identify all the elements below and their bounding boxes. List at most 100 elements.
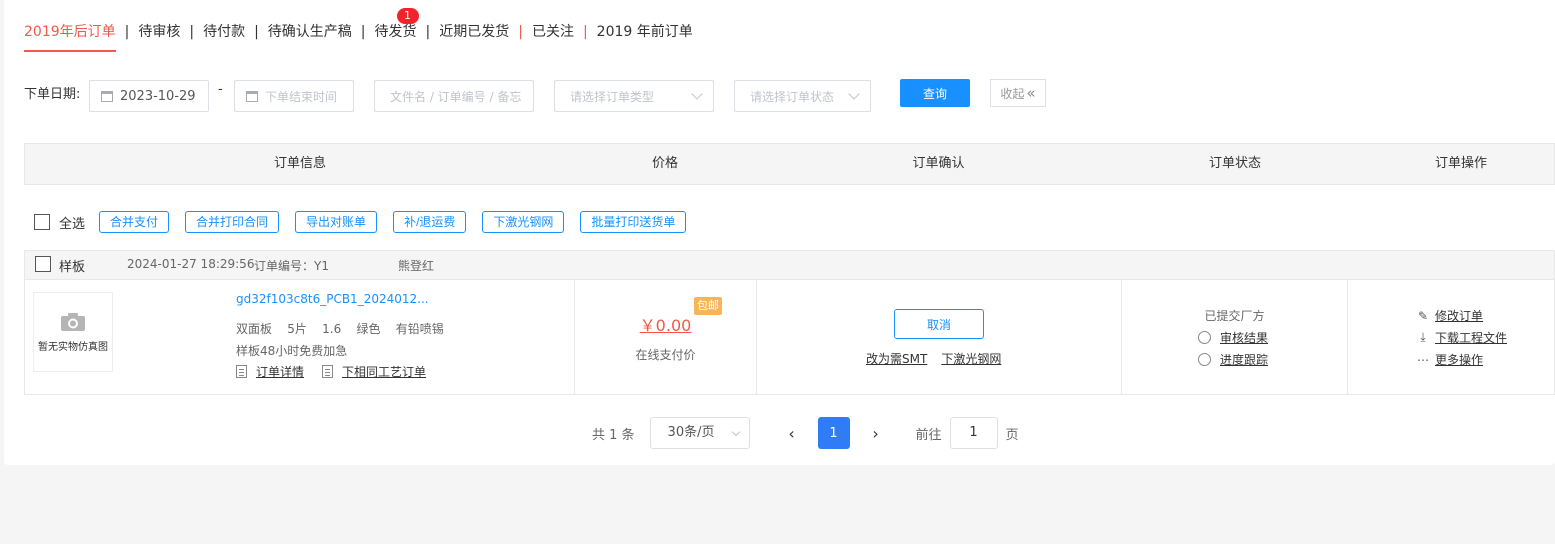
tab-pending-shipment-label: 待发货 (374, 24, 417, 40)
goto-page-input[interactable]: 1 (949, 417, 998, 449)
query-button[interactable]: 查询 (900, 79, 970, 107)
table-header: 订单信息 价格 订单确认 订单状态 订单操作 (24, 143, 1555, 185)
order-status-cell: 已提交厂方 审核结果 进度跟踪 (1122, 280, 1348, 394)
product-thumbnail: 暂无实物仿真图 (33, 292, 113, 372)
start-date-input[interactable]: 2023-10-29 (89, 80, 209, 112)
tab-recently-shipped[interactable]: 近期已发货 (439, 22, 509, 50)
pending-shipment-count-badge: 1 (396, 8, 419, 24)
same-process-order-link[interactable]: 下相同工艺订单 (342, 363, 426, 380)
page-number-current[interactable]: 1 (817, 417, 850, 449)
calendar-icon (101, 90, 113, 102)
prev-page-icon[interactable]: ‹ (776, 417, 808, 449)
tab-separator: | (425, 24, 431, 40)
order-detail-link[interactable]: 订单详情 (256, 363, 304, 380)
select-all-checkbox[interactable] (34, 214, 50, 230)
order-group-header: 样板 2024-01-27 18:29:56 订单编号：Y1 熊登红 (24, 250, 1555, 279)
batch-print-delivery-button[interactable]: 批量打印送货单 (580, 211, 687, 233)
orders-panel: 2019年后订单 | 待审核 | 待付款 | 待确认生产稿 | 待发货 1 | … (4, 0, 1555, 465)
header-order-info: 订单信息 (273, 156, 326, 171)
order-status-placeholder: 请选择订单状态 (750, 89, 835, 104)
order-type-placeholder: 请选择订单类型 (570, 89, 655, 104)
edit-order-link[interactable]: 修改订单 (1435, 307, 1483, 324)
more-actions-row: ⋯ 更多操作 (1416, 351, 1483, 368)
more-actions-link[interactable]: 更多操作 (1435, 351, 1483, 368)
download-icon: ⤓ (1420, 330, 1426, 344)
order-confirm-cell: 取消 改为需SMT 下激光钢网 (757, 280, 1122, 394)
collapse-label: 收起 (1000, 86, 1025, 101)
document-icon (236, 365, 247, 378)
order-status-text: 已提交厂方 (1204, 309, 1265, 323)
tab-before-2019[interactable]: 2019 年前订单 (597, 22, 693, 50)
change-to-smt-link[interactable]: 改为需SMT (866, 350, 927, 367)
confirm-links: 改为需SMT 下激光钢网 (866, 350, 1001, 367)
tab-pending-confirm-draft[interactable]: 待确认生产稿 (268, 22, 352, 50)
header-order-actions: 订单操作 (1434, 156, 1487, 171)
end-date-placeholder: 下单结束时间 (265, 89, 338, 104)
tab-separator: | (189, 24, 195, 40)
tab-separator: | (582, 24, 588, 40)
laser-stencil-link[interactable]: 下激光钢网 (941, 350, 1001, 367)
product-note: 样板48小时免费加急 (236, 344, 348, 358)
price-cell: ￥0.00 包邮 在线支付价 (575, 280, 757, 394)
tab-after-2019[interactable]: 2019年后订单 (24, 22, 116, 52)
export-statement-button[interactable]: 导出对账单 (295, 211, 378, 233)
header-order-confirm: 订单确认 (912, 156, 965, 171)
order-select-checkbox[interactable] (35, 256, 51, 272)
shipping-adjust-button[interactable]: 补/退运费 (393, 211, 467, 233)
edit-order-row: ✎ 修改订单 (1416, 307, 1483, 324)
keyword-placeholder: 文件名 / 订单编号 / 备忘 (390, 89, 522, 104)
chevron-down-icon (691, 88, 703, 100)
order-status-select[interactable]: 请选择订单状态 (734, 80, 871, 112)
merge-print-contract-button[interactable]: 合并打印合同 (185, 211, 280, 233)
merge-payment-button[interactable]: 合并支付 (99, 211, 170, 233)
pagination: 共 1 条 30条/页 ‹ 1 › 前往 1 页 (592, 417, 1019, 449)
copy-order-icon (322, 365, 334, 378)
total-count: 共 1 条 (592, 427, 635, 443)
tab-pending-shipment[interactable]: 待发货 1 (374, 8, 419, 50)
camera-icon (61, 312, 85, 331)
check-circle-icon (1198, 331, 1211, 344)
tab-pending-review[interactable]: 待审核 (138, 22, 180, 50)
progress-tracking-link[interactable]: 进度跟踪 (1220, 351, 1268, 368)
review-result-row: 审核结果 (1198, 329, 1268, 346)
download-project-files-link[interactable]: 下载工程文件 (1435, 329, 1507, 346)
header-price: 价格 (651, 156, 678, 171)
product-name-link[interactable]: gd32f103c8t6_PCB1_2024012... (236, 292, 429, 306)
tab-followed[interactable]: 已关注 (532, 22, 574, 50)
next-page-icon[interactable]: › (860, 417, 892, 449)
order-type-select[interactable]: 请选择订单类型 (554, 80, 714, 112)
header-order-status: 订单状态 (1208, 156, 1261, 171)
start-date-value: 2023-10-29 (120, 88, 196, 104)
select-all-label: 全选 (59, 216, 86, 232)
download-row: ⤓ 下载工程文件 (1416, 329, 1507, 346)
cancel-order-button[interactable]: 取消 (894, 309, 984, 339)
order-info-cell: 暂无实物仿真图 gd32f103c8t6_PCB1_2024012... 双面板… (25, 280, 575, 394)
keyword-search-input[interactable]: 文件名 / 订单编号 / 备忘 (374, 80, 534, 112)
order-number: 订单编号：Y1 (254, 259, 329, 273)
more-icon: ⋯ (1417, 352, 1429, 367)
order-date-label: 下单日期: (24, 87, 81, 102)
chevron-down-icon (848, 88, 860, 100)
review-result-link[interactable]: 审核结果 (1220, 329, 1268, 346)
order-actions-cell: ✎ 修改订单 ⤓ 下载工程文件 ⋯ 更多操作 (1348, 280, 1555, 394)
calendar-icon (246, 90, 258, 102)
order-info-links: 订单详情 下相同工艺订单 (236, 363, 426, 380)
progress-row: 进度跟踪 (1198, 351, 1268, 368)
goto-label: 前往 (915, 427, 942, 443)
end-date-input[interactable]: 下单结束时间 (234, 80, 354, 112)
tab-separator: | (518, 24, 523, 40)
tab-separator: | (254, 24, 259, 40)
order-laser-stencil-button[interactable]: 下激光钢网 (482, 211, 565, 233)
clock-icon (1198, 353, 1211, 366)
free-shipping-badge: 包邮 (694, 297, 722, 315)
page-size-select[interactable]: 30条/页 (649, 417, 750, 449)
order-type: 样板 (59, 260, 86, 275)
double-chevron-left-icon: « (1026, 84, 1036, 102)
collapse-button[interactable]: 收起 « (990, 79, 1046, 107)
tab-pending-payment[interactable]: 待付款 (203, 22, 245, 50)
date-range-separator: - (218, 82, 223, 97)
order-price[interactable]: ￥0.00 (575, 312, 756, 336)
order-owner: 熊登红 (398, 259, 435, 273)
page-suffix: 页 (1005, 427, 1019, 443)
tab-separator: | (360, 24, 366, 40)
